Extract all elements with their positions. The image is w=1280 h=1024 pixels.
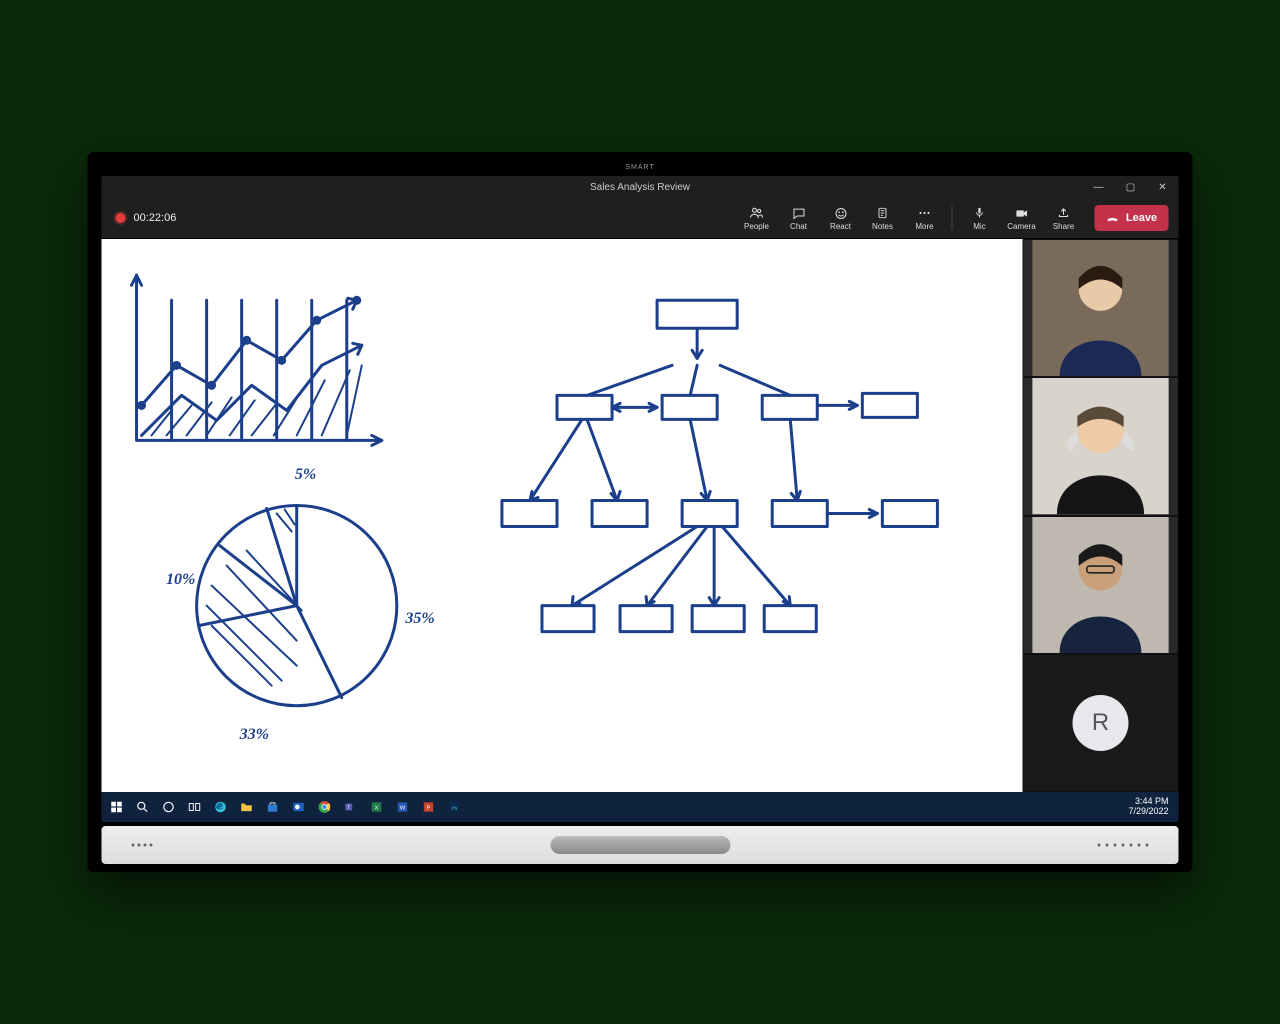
display-screen: Sales Analysis Review — ▢ ✕ 00:22:06 Peo…	[102, 176, 1179, 822]
participant-avatar-initial: R	[1073, 695, 1129, 751]
ps-icon: Ps	[448, 800, 462, 814]
chat-label: Chat	[790, 222, 807, 231]
taskbar-clock[interactable]: 3:44 PM 7/29/2022	[1128, 797, 1168, 817]
taskbar-app-powerpoint[interactable]: P	[418, 796, 440, 818]
svg-text:P: P	[427, 805, 431, 811]
device-controls-right	[1098, 844, 1149, 847]
circle-icon	[162, 800, 176, 814]
device-brand-label: SMART	[98, 160, 1183, 174]
store-icon	[266, 800, 280, 814]
pie-label-33: 33%	[240, 726, 269, 744]
toolbar-separator	[952, 206, 953, 230]
device-ports-left	[132, 844, 153, 847]
device-pen-tray	[102, 826, 1179, 864]
window-minimize-button[interactable]: —	[1083, 176, 1115, 198]
shared-whiteboard[interactable]: 5% 10% 33% 35%	[102, 239, 1023, 792]
chat-button[interactable]: Chat	[778, 198, 820, 238]
pen-tray-slot	[550, 836, 730, 854]
chrome-icon	[318, 800, 332, 814]
mic-label: Mic	[973, 222, 985, 231]
notes-icon	[876, 205, 890, 221]
pie-label-5: 5%	[295, 466, 316, 484]
svg-text:Ps: Ps	[452, 805, 458, 810]
whiteboard-sketch	[102, 239, 1023, 792]
meeting-content-area: 5% 10% 33% 35%	[102, 239, 1179, 792]
people-icon	[749, 205, 765, 221]
svg-text:X: X	[375, 805, 379, 811]
more-label: More	[915, 222, 933, 231]
pie-label-10: 10%	[166, 571, 195, 589]
svg-text:W: W	[400, 805, 406, 811]
pie-label-35: 35%	[405, 610, 434, 628]
windows-icon	[110, 800, 124, 814]
camera-icon	[1014, 205, 1029, 221]
react-button[interactable]: React	[820, 198, 862, 238]
people-label: People	[744, 222, 769, 231]
taskbar-app-chrome[interactable]	[314, 796, 336, 818]
participant-video-2	[1024, 378, 1178, 514]
leave-button[interactable]: Leave	[1095, 205, 1169, 231]
taskbar-app-teams[interactable]: T	[340, 796, 362, 818]
window-title: Sales Analysis Review	[102, 182, 1179, 193]
cortana-button[interactable]	[158, 796, 180, 818]
window-maximize-button[interactable]: ▢	[1115, 176, 1147, 198]
taskbar-date: 7/29/2022	[1128, 807, 1168, 817]
excel-icon: X	[370, 800, 384, 814]
word-icon: W	[396, 800, 410, 814]
recording-indicator-icon	[116, 213, 126, 223]
participants-panel: R	[1023, 239, 1179, 792]
camera-button[interactable]: Camera	[1001, 198, 1043, 238]
participant-tile-2[interactable]	[1024, 378, 1178, 514]
taskbar-app-excel[interactable]: X	[366, 796, 388, 818]
recording-elapsed-time: 00:22:06	[134, 212, 177, 224]
window-close-button[interactable]: ✕	[1147, 176, 1179, 198]
edge-icon	[214, 800, 228, 814]
taskbar-app-word[interactable]: W	[392, 796, 414, 818]
mic-button[interactable]: Mic	[959, 198, 1001, 238]
taskbar-app-outlook[interactable]	[288, 796, 310, 818]
mic-icon	[973, 205, 987, 221]
search-icon	[136, 800, 150, 814]
react-label: React	[830, 222, 851, 231]
people-button[interactable]: People	[736, 198, 778, 238]
taskview-icon	[188, 800, 202, 814]
share-button[interactable]: Share	[1043, 198, 1085, 238]
task-view-button[interactable]	[184, 796, 206, 818]
notes-button[interactable]: Notes	[862, 198, 904, 238]
taskbar-app-edge[interactable]	[210, 796, 232, 818]
leave-label: Leave	[1126, 212, 1157, 224]
ppt-icon: P	[422, 800, 436, 814]
participant-tile-4[interactable]: R	[1024, 655, 1178, 791]
more-button[interactable]: More	[904, 198, 946, 238]
hangup-icon	[1106, 211, 1120, 225]
taskbar-app-store[interactable]	[262, 796, 284, 818]
camera-label: Camera	[1007, 222, 1035, 231]
window-titlebar: Sales Analysis Review — ▢ ✕	[102, 176, 1179, 198]
taskbar-app-explorer[interactable]	[236, 796, 258, 818]
folder-icon	[240, 800, 254, 814]
notes-label: Notes	[872, 222, 893, 231]
teams-icon: T	[344, 800, 358, 814]
windows-taskbar: T X W P Ps 3:44 PM 7/29/2022	[102, 792, 1179, 822]
smart-display-frame: SMART Sales Analysis Review — ▢ ✕ 00:22:…	[88, 152, 1193, 872]
start-button[interactable]	[106, 796, 128, 818]
more-icon	[917, 205, 933, 221]
participant-video-1	[1024, 240, 1178, 376]
outlook-icon	[292, 800, 306, 814]
share-label: Share	[1053, 222, 1074, 231]
share-icon	[1057, 205, 1071, 221]
participant-tile-1[interactable]	[1024, 240, 1178, 376]
taskbar-search-button[interactable]	[132, 796, 154, 818]
meeting-toolbar: 00:22:06 People Chat React	[102, 198, 1179, 239]
react-icon	[833, 205, 848, 221]
participant-video-3	[1024, 517, 1178, 653]
taskbar-app-photoshop[interactable]: Ps	[444, 796, 466, 818]
chat-icon	[791, 205, 806, 221]
participant-tile-3[interactable]	[1024, 517, 1178, 653]
